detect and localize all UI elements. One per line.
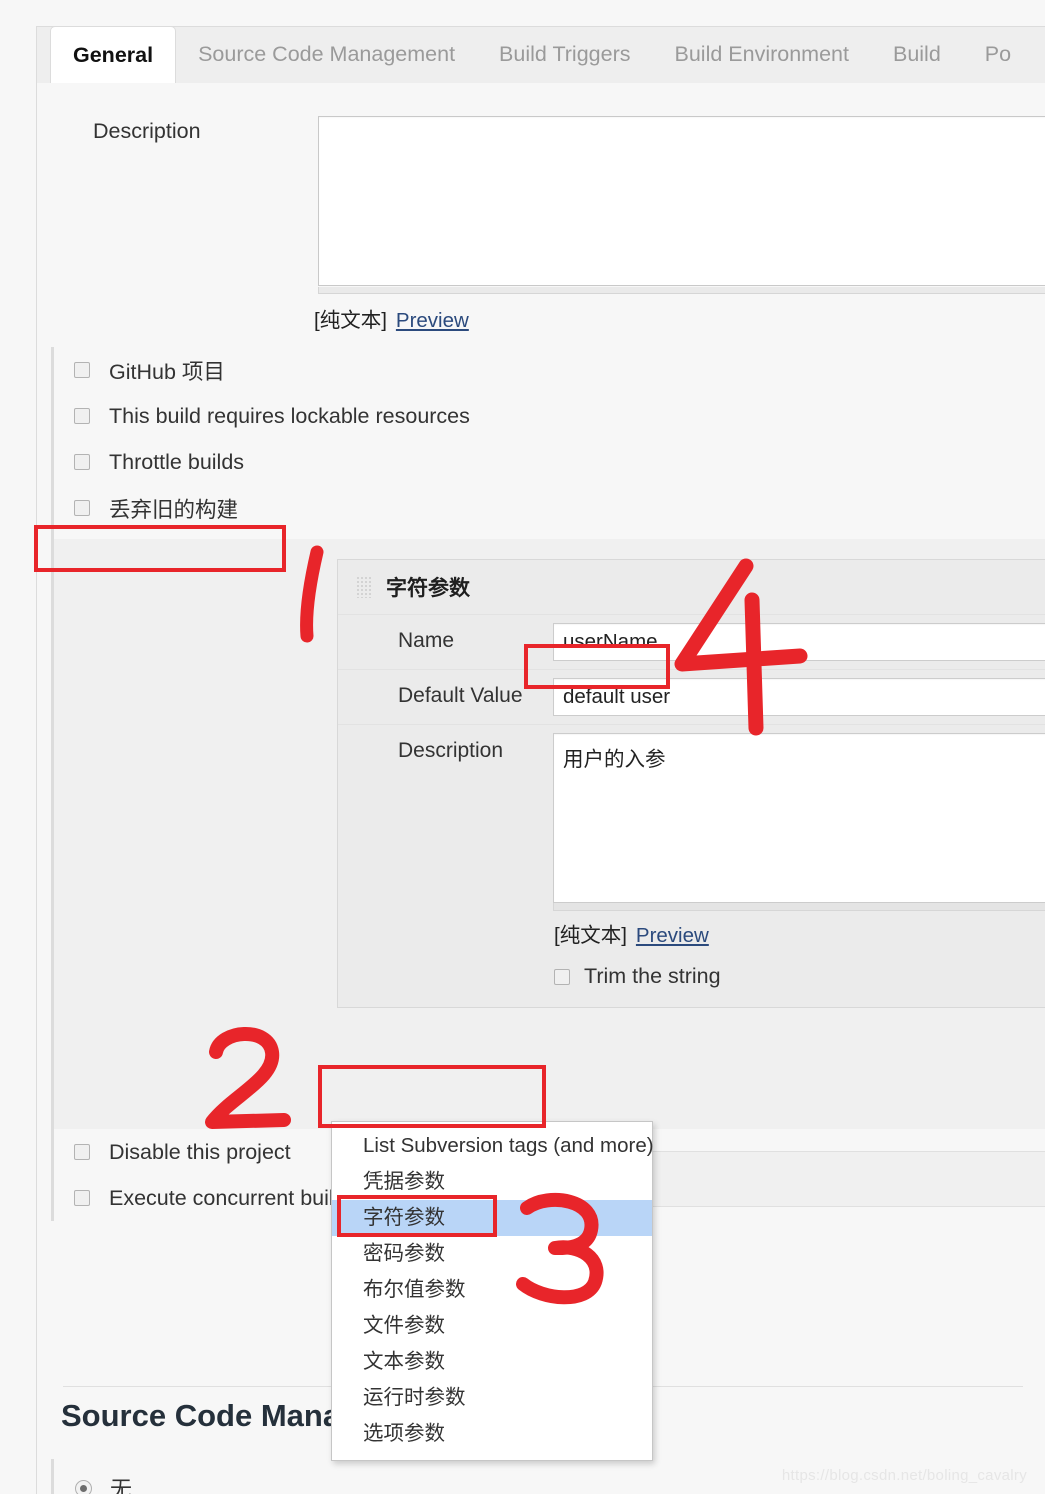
description-textarea[interactable] (318, 116, 1045, 286)
string-parameter-title: 字符参数 (386, 577, 470, 600)
checkbox-discard-old-builds[interactable] (74, 500, 90, 516)
drag-handle-icon[interactable] (356, 576, 373, 598)
tab-general[interactable]: General (50, 26, 177, 84)
tab-post-build-actions[interactable]: Po (963, 26, 1033, 83)
parameter-description-row: Description 用户的入参 (338, 724, 1045, 903)
radio-label-scm-none: 无 (110, 1477, 133, 1494)
tab-build-triggers[interactable]: Build Triggers (477, 26, 652, 83)
dropdown-item-password-parameter[interactable]: 密码参数 (332, 1236, 652, 1272)
scm-radio-group: 无 Git (51, 1459, 451, 1494)
checkbox-label-discard-old-builds: 丢弃旧的构建 (109, 497, 239, 522)
dropdown-item-choice-parameter[interactable]: 选项参数 (332, 1416, 652, 1452)
checkbox-row-discard-old-builds[interactable]: 丢弃旧的构建 (54, 485, 1045, 531)
checkbox-execute-concurrent-builds[interactable] (74, 1190, 90, 1206)
description-markup-type: [纯文本] (314, 309, 387, 332)
parameter-default-value-label: Default Value (398, 684, 523, 707)
add-parameter-dropdown-menu[interactable]: List Subversion tags (and more) 凭据参数 字符参… (331, 1121, 654, 1461)
string-parameter-header: 字符参数 (338, 560, 1045, 614)
parameter-name-row: Name userName (338, 614, 1045, 669)
parameter-name-input[interactable]: userName (553, 623, 1045, 661)
checkbox-trim-the-string[interactable] (554, 968, 570, 985)
description-label: Description (93, 119, 201, 143)
parameter-description-label: Description (398, 739, 504, 762)
string-parameter-panel: 字符参数 Name userName Default Value default… (337, 559, 1045, 1008)
parameter-markup-row: [纯文本] Preview (338, 911, 1045, 948)
checkbox-row-lockable-resources[interactable]: This build requires lockable resources (54, 393, 1045, 439)
checkbox-label-disable-project: Disable this project (109, 1139, 291, 1164)
watermark-text: https://blog.csdn.net/boling_cavalry (781, 1467, 1027, 1484)
parameter-preview-link[interactable]: Preview (636, 924, 709, 947)
checkbox-row-github-project[interactable]: GitHub 项目 (54, 347, 1045, 393)
checkbox-label-trim-the-string: Trim the string (584, 964, 721, 988)
radio-row-none[interactable]: 无 (54, 1459, 451, 1494)
dropdown-item-boolean-parameter[interactable]: 布尔值参数 (332, 1272, 652, 1308)
parameter-markup-type: [纯文本] (554, 924, 627, 947)
checkbox-disable-project[interactable] (74, 1144, 90, 1160)
trim-string-row[interactable]: Trim the string (338, 948, 1045, 1007)
checkbox-label-lockable-resources: This build requires lockable resources (109, 403, 470, 428)
parameters-region: 字符参数 Name userName Default Value default… (51, 539, 1045, 1207)
description-markup-row: [纯文本] Preview (314, 303, 469, 333)
parameter-name-label: Name (398, 629, 455, 652)
description-resize-handle[interactable] (318, 287, 1045, 294)
dropdown-item-string-parameter[interactable]: 字符参数 (332, 1200, 652, 1236)
checkbox-throttle-builds[interactable] (74, 454, 90, 470)
checkbox-lockable-resources[interactable] (74, 408, 90, 424)
checkbox-row-throttle-builds[interactable]: Throttle builds (54, 439, 1045, 485)
dropdown-item-text-parameter[interactable]: 文本参数 (332, 1344, 652, 1380)
dropdown-item-credentials-parameter[interactable]: 凭据参数 (332, 1164, 652, 1200)
parameter-description-textarea[interactable]: 用户的入参 (553, 733, 1045, 903)
tab-source-code-management[interactable]: Source Code Management (176, 26, 477, 83)
parameter-default-value-row: Default Value default user (338, 669, 1045, 724)
parameter-description-resize-handle[interactable] (553, 903, 1045, 911)
dropdown-item-file-parameter[interactable]: 文件参数 (332, 1308, 652, 1344)
description-preview-link[interactable]: Preview (396, 309, 469, 332)
dropdown-item-run-parameter[interactable]: 运行时参数 (332, 1380, 652, 1416)
checkbox-label-github-project: GitHub 项目 (109, 359, 225, 384)
dropdown-item-list-subversion-tags[interactable]: List Subversion tags (and more) (332, 1128, 654, 1164)
config-tab-bar: General Source Code Management Build Tri… (36, 26, 1045, 84)
radio-scm-none[interactable] (75, 1479, 92, 1494)
tab-build-environment[interactable]: Build Environment (653, 26, 871, 83)
checkbox-github-project[interactable] (74, 362, 90, 378)
jenkins-job-config-screenshot: General Source Code Management Build Tri… (0, 0, 1045, 1494)
checkbox-label-throttle-builds: Throttle builds (109, 449, 245, 474)
parameter-default-value-input[interactable]: default user (553, 678, 1045, 716)
tab-build[interactable]: Build (871, 26, 963, 83)
